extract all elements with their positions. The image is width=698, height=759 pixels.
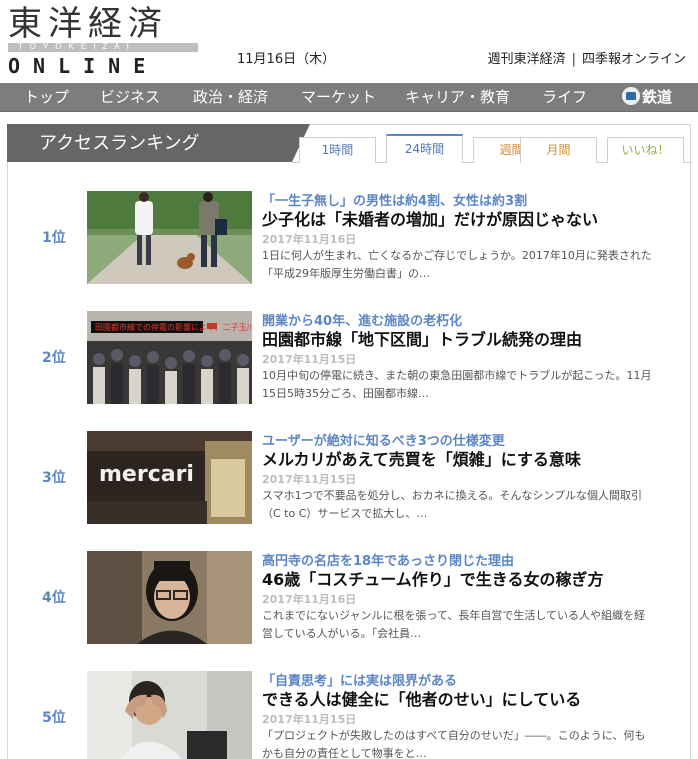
logo-bar: TOYOKEIZAI xyxy=(8,42,198,52)
article-headline[interactable]: 46歳「コスチューム作り」で生きる女の稼ぎ方 xyxy=(262,566,603,590)
article-thumbnail[interactable]: mercari xyxy=(87,431,252,524)
link-weekly-toyokeizai[interactable]: 週刊東洋経済 xyxy=(488,52,566,67)
ranking-title: アクセスランキング xyxy=(39,133,200,154)
tab-label: 24時間 xyxy=(404,142,445,156)
tab-label: 月間 xyxy=(546,143,571,157)
ranking-item-5[interactable]: 5位 「自責思考」には実は限界がある できる人は健全に「他者のせい」にしている … xyxy=(8,671,692,759)
header-date: 11月16日（木） xyxy=(237,52,336,67)
article-headline[interactable]: できる人は健全に「他者のせい」にしている xyxy=(262,686,581,710)
stressed-man-image xyxy=(87,671,252,759)
article-date: 2017年11月16日 xyxy=(262,233,357,246)
article-thumbnail[interactable]: 田園都市線での停電の影響により、二子玉川 xyxy=(87,311,252,404)
article-date: 2017年11月15日 xyxy=(262,713,357,726)
train-icon xyxy=(622,87,640,105)
tab-monthly[interactable]: 月間 xyxy=(520,137,597,163)
article-headline[interactable]: 田園都市線「地下区間」トラブル続発の理由 xyxy=(262,326,582,350)
mercari-sign-text: mercari xyxy=(99,462,194,487)
station-sign-text: 田園都市線での停電の影響により、二子玉川 xyxy=(95,322,252,332)
ranking-item-2[interactable]: 2位 田園都市線での停電の影響により、二子玉川 開業から40年、進む施設の老朽化… xyxy=(8,311,692,406)
ranking-item-3[interactable]: 3位 mercari ユーザーが絶対に知るべき3つの仕様変更 メルカリがあえて売… xyxy=(8,431,692,526)
site-header: 東洋経済 TOYOKEIZAI ONLINE 11月16日（木） 週刊東洋経済 |… xyxy=(0,0,698,83)
mercari-office-image: mercari xyxy=(87,431,252,524)
tab-label: いいね！ xyxy=(621,143,670,157)
rank-label: 1位 xyxy=(42,230,66,246)
article-thumbnail[interactable] xyxy=(87,191,252,284)
couple-walking-dog-image xyxy=(87,191,252,284)
article-thumbnail[interactable] xyxy=(87,551,252,644)
article-summary: 1日に何人が生まれ、亡くなるかご存じでしょうか。2017年10月に発表された「平… xyxy=(262,249,652,280)
access-ranking-panel: アクセスランキング 1時間 24時間 週間 月間 いいね！ 1位 「一生子無し」… xyxy=(7,124,692,759)
link-separator: | xyxy=(571,52,576,67)
article-date: 2017年11月15日 xyxy=(262,353,357,366)
nav-item-politics-economy[interactable]: 政治・経済 xyxy=(193,83,268,112)
article-headline[interactable]: メルカリがあえて売買を「煩雑」にする意味 xyxy=(262,446,581,470)
header-links: 週刊東洋経済 | 四季報オンライン xyxy=(488,48,686,67)
logo-sub: TOYOKEIZAI xyxy=(18,42,136,51)
article-summary: 10月中旬の停電に続き、また朝の東急田園都市線でトラブルが起こった。11月15日… xyxy=(262,369,652,400)
logo-online: ONLINE xyxy=(8,54,159,78)
rank-label: 4位 xyxy=(42,590,66,606)
site-logo[interactable]: 東洋経済 TOYOKEIZAI ONLINE xyxy=(8,4,200,78)
logo-kanji: 東洋経済 xyxy=(8,4,168,44)
tab-1-hour[interactable]: 1時間 xyxy=(299,137,376,163)
nav-rail-label: 鉄道 xyxy=(642,88,673,106)
article-date: 2017年11月15日 xyxy=(262,473,357,486)
ranking-title-bar: アクセスランキング xyxy=(7,124,310,162)
tab-label: 1時間 xyxy=(321,143,354,157)
nav-item-business[interactable]: ビジネス xyxy=(100,83,160,112)
article-summary: これまでにないジャンルに根を張って、長年自営で生活している人や組織を経営している… xyxy=(262,609,646,640)
nav-item-top[interactable]: トップ xyxy=(24,83,69,112)
nav-item-life[interactable]: ライフ xyxy=(542,83,587,112)
article-summary: 「プロジェクトが失敗したのはすべて自分のせいだ」――。このように、何もかも自分の… xyxy=(262,729,646,759)
ranking-item-4[interactable]: 4位 高円寺の名店を18年であっさり閉じた理由 46歳「コスチューム作り」で生き… xyxy=(8,551,692,646)
crowded-station-image: 田園都市線での停電の影響により、二子玉川 xyxy=(87,311,252,404)
article-date: 2017年11月16日 xyxy=(262,593,357,606)
article-thumbnail[interactable] xyxy=(87,671,252,759)
rank-label: 5位 xyxy=(42,710,66,726)
nav-item-market[interactable]: マーケット xyxy=(301,83,376,112)
nav-item-railway[interactable]: 鉄道 xyxy=(622,83,672,112)
tab-24-hours[interactable]: 24時間 xyxy=(386,134,463,163)
rank-label: 2位 xyxy=(42,350,66,366)
nav-item-career-education[interactable]: キャリア・教育 xyxy=(405,83,510,112)
ranking-item-1[interactable]: 1位 「一生子無し」の男性は約4割、女性は約3割 少子化は「未婚者の増加」だけが… xyxy=(8,191,692,286)
woman-portrait-image xyxy=(87,551,252,644)
rank-label: 3位 xyxy=(42,470,66,486)
tab-likes[interactable]: いいね！ xyxy=(607,137,684,163)
link-shikiho-online[interactable]: 四季報オンライン xyxy=(582,52,686,67)
article-summary: スマホ1つで不要品を処分し、おカネに換える。そんなシンプルな個人間取引（C to… xyxy=(262,489,643,520)
main-nav: トップ ビジネス 政治・経済 マーケット キャリア・教育 ライフ 鉄道 xyxy=(0,83,698,112)
article-headline[interactable]: 少子化は「未婚者の増加」だけが原因じゃない xyxy=(262,206,598,230)
